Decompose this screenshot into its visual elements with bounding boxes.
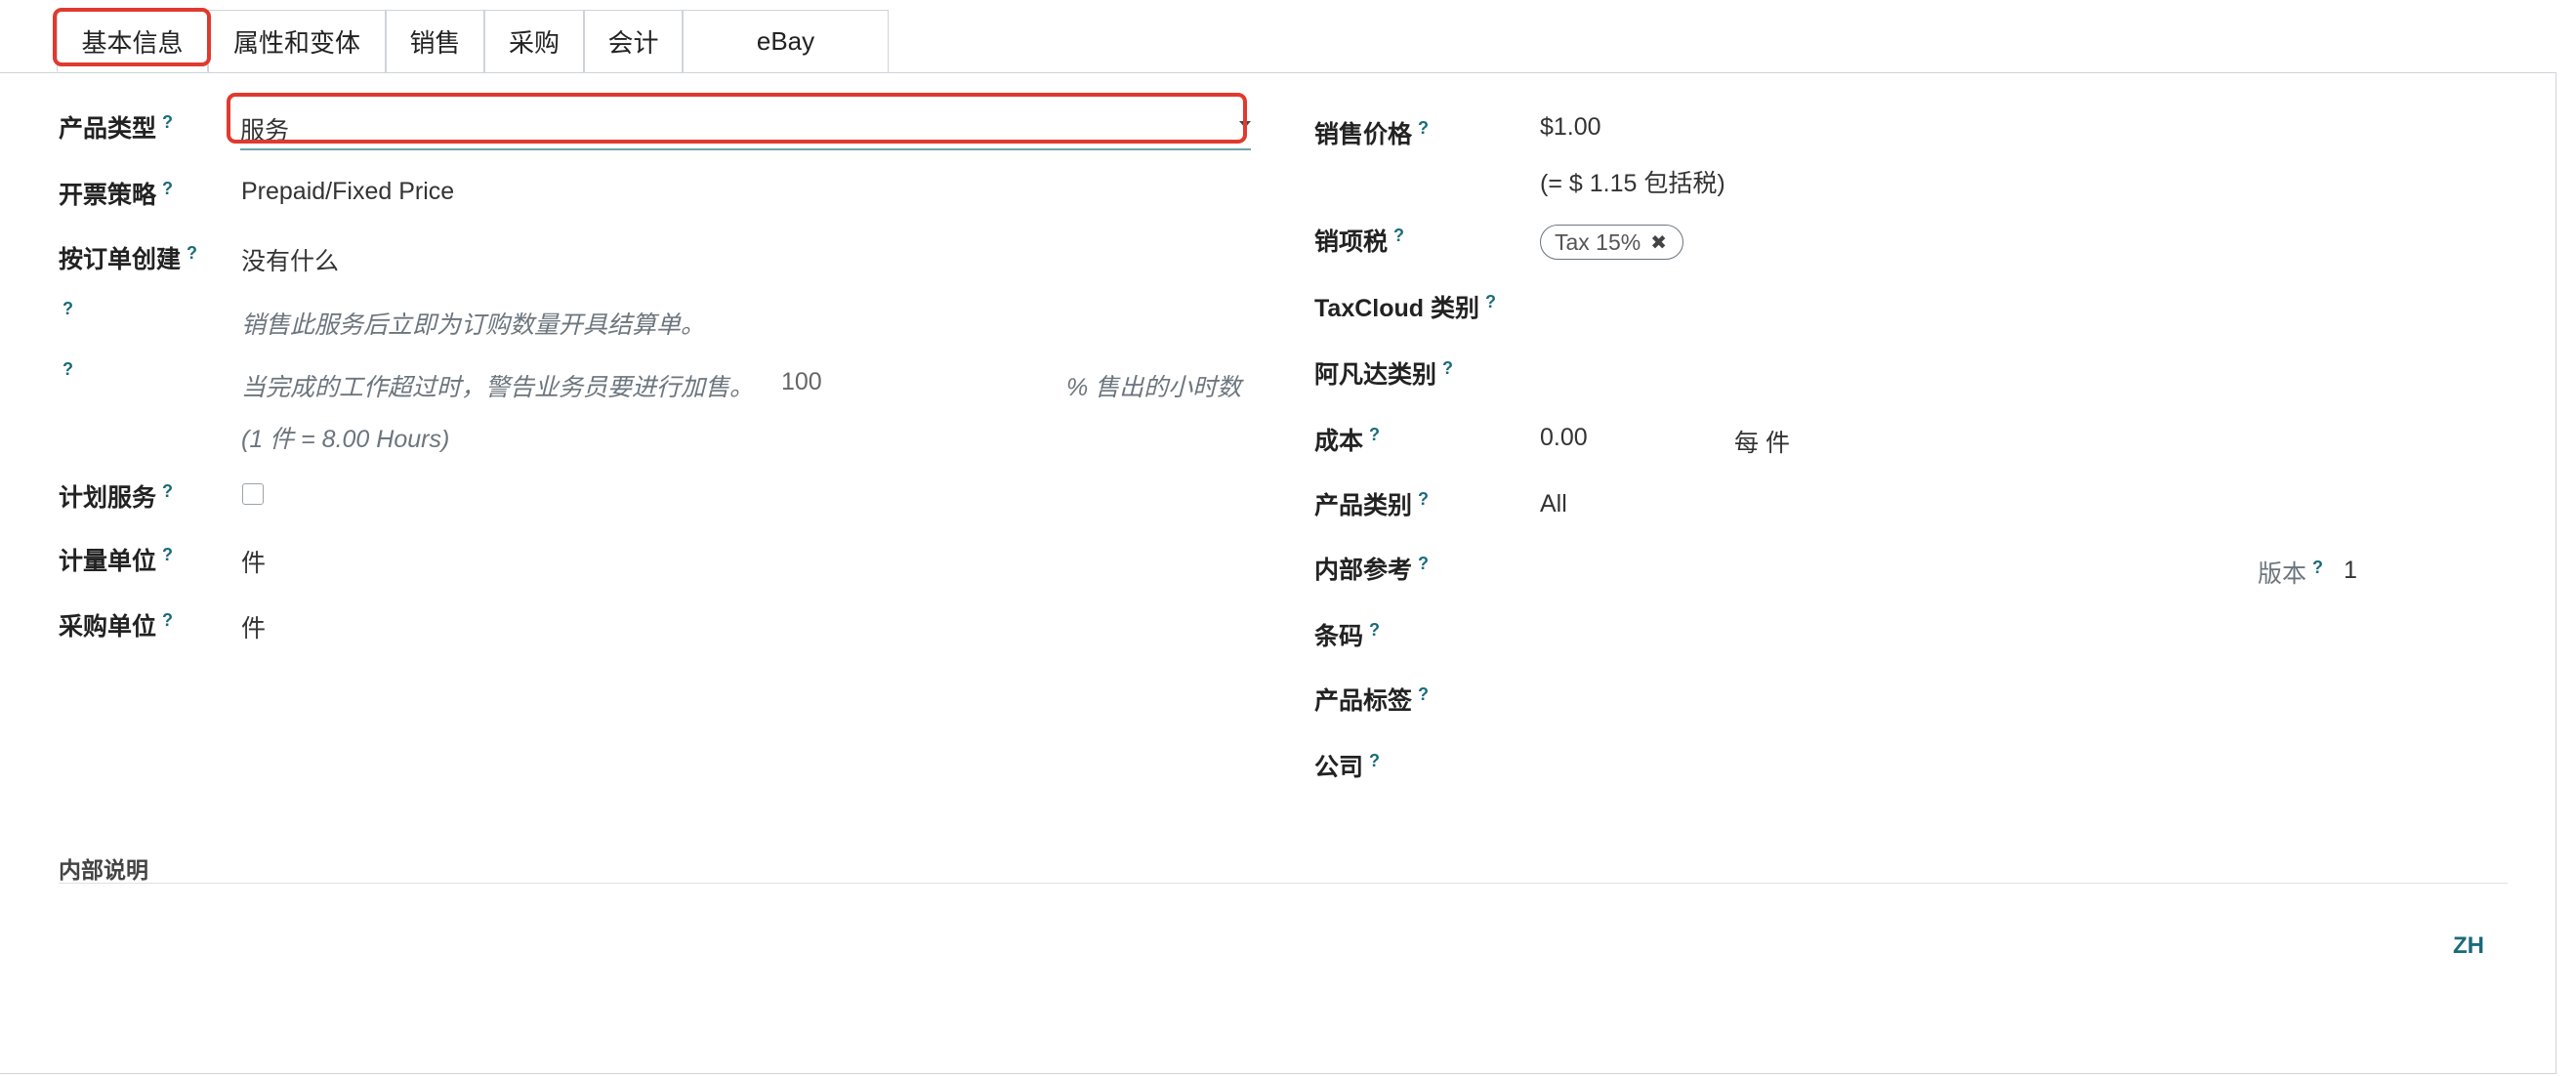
tab-sales[interactable]: 销售: [386, 10, 484, 72]
help-icon[interactable]: ?: [1393, 226, 1404, 245]
sales-price-field[interactable]: $1.00: [1540, 113, 1601, 142]
uom-field[interactable]: 件: [241, 544, 266, 579]
help-icon[interactable]: ?: [162, 545, 173, 564]
help-icon[interactable]: ?: [162, 112, 173, 132]
panel-right-border: [2555, 72, 2556, 1074]
language-button[interactable]: ZH: [2453, 932, 2484, 960]
version-label: 版本?: [2258, 557, 2324, 588]
avalara-category-label: 阿凡达类别?: [1314, 357, 1454, 389]
tab-label: 会计: [607, 28, 659, 58]
barcode-label: 条码?: [1314, 619, 1381, 650]
purchase-uom-field[interactable]: 件: [241, 609, 266, 644]
version-field[interactable]: 1: [2344, 557, 2357, 585]
product-type-select[interactable]: 服务: [240, 105, 1251, 150]
taxcloud-category-label: TaxCloud 类别?: [1314, 291, 1496, 322]
help-icon[interactable]: ?: [1369, 751, 1380, 770]
help-icon[interactable]: ?: [1418, 489, 1429, 509]
tab-bar: 基本信息 属性和变体 销售 采购 会计 eBay: [57, 10, 889, 73]
help-icon[interactable]: ?: [162, 610, 173, 630]
internal-ref-label: 内部参考?: [1314, 553, 1430, 584]
tab-ebay[interactable]: eBay: [683, 10, 889, 72]
sales-tax-label: 销项税?: [1314, 225, 1405, 256]
help-icon[interactable]: ?: [1369, 425, 1380, 444]
product-type-label: 产品类型?: [59, 111, 174, 143]
tab-label: 基本信息: [81, 27, 184, 58]
help-icon[interactable]: ?: [62, 359, 73, 380]
invoice-policy-field[interactable]: Prepaid/Fixed Price: [241, 178, 454, 206]
help-icon[interactable]: ?: [1418, 118, 1429, 138]
uom-conversion: (1 件 = 8.00 Hours): [241, 426, 450, 453]
product-category-label: 产品类别?: [1314, 488, 1430, 519]
tab-attributes-variants[interactable]: 属性和变体: [208, 10, 386, 72]
tab-label: 属性和变体: [232, 28, 360, 58]
service-invoice-hint: 销售此服务后立即为订购数量开具结算单。: [241, 311, 706, 339]
sales-price-tax-included: (= $ 1.15 包括税): [1540, 170, 1725, 197]
chevron-down-icon: [1239, 121, 1251, 128]
tax-tag-label: Tax 15%: [1555, 228, 1641, 255]
help-icon[interactable]: ?: [187, 243, 197, 263]
product-category-field[interactable]: All: [1540, 490, 1567, 518]
help-icon[interactable]: ?: [62, 299, 73, 319]
upsell-threshold-input[interactable]: 100: [781, 368, 822, 396]
help-icon[interactable]: ?: [162, 179, 173, 198]
help-icon[interactable]: ?: [162, 481, 173, 501]
plan-service-label: 计划服务?: [59, 480, 174, 512]
internal-notes-title: 内部说明: [59, 857, 148, 883]
help-icon[interactable]: ?: [1485, 292, 1496, 311]
cost-field[interactable]: 0.00: [1540, 424, 1588, 452]
create-on-order-label: 按订单创建?: [59, 242, 198, 273]
help-icon[interactable]: ?: [2312, 558, 2323, 577]
create-on-order-field[interactable]: 没有什么: [241, 242, 339, 277]
tab-purchase[interactable]: 采购: [484, 10, 584, 72]
help-icon[interactable]: ?: [1418, 684, 1429, 704]
tab-basic-info[interactable]: 基本信息: [57, 10, 208, 72]
internal-notes-divider: [59, 883, 2508, 884]
uom-label: 计量单位?: [59, 544, 174, 575]
company-label: 公司?: [1314, 750, 1381, 781]
tab-label: 销售: [409, 28, 461, 58]
cost-label: 成本?: [1314, 424, 1381, 455]
product-type-value: 服务: [240, 117, 290, 145]
help-icon[interactable]: ?: [1442, 358, 1453, 378]
upsell-warning-text: 当完成的工作超过时，警告业务员要进行加售。: [241, 374, 755, 401]
tax-tag[interactable]: Tax 15% ✖: [1540, 225, 1683, 260]
sales-price-label: 销售价格?: [1314, 117, 1430, 148]
help-icon[interactable]: ?: [1418, 554, 1429, 573]
close-icon[interactable]: ✖: [1650, 230, 1667, 255]
tab-accounting[interactable]: 会计: [584, 10, 683, 72]
tab-label: eBay: [756, 26, 815, 56]
upsell-unit: % 售出的小时数: [1066, 374, 1242, 401]
product-tags-label: 产品标签?: [1314, 683, 1430, 715]
panel-bottom-border: [0, 1073, 2556, 1074]
tab-label: 采购: [508, 28, 560, 58]
plan-service-checkbox[interactable]: [242, 483, 264, 505]
help-icon[interactable]: ?: [1369, 620, 1380, 640]
purchase-uom-label: 采购单位?: [59, 609, 174, 641]
invoice-policy-label: 开票策略?: [59, 178, 174, 209]
cost-unit: 每 件: [1734, 430, 1790, 457]
